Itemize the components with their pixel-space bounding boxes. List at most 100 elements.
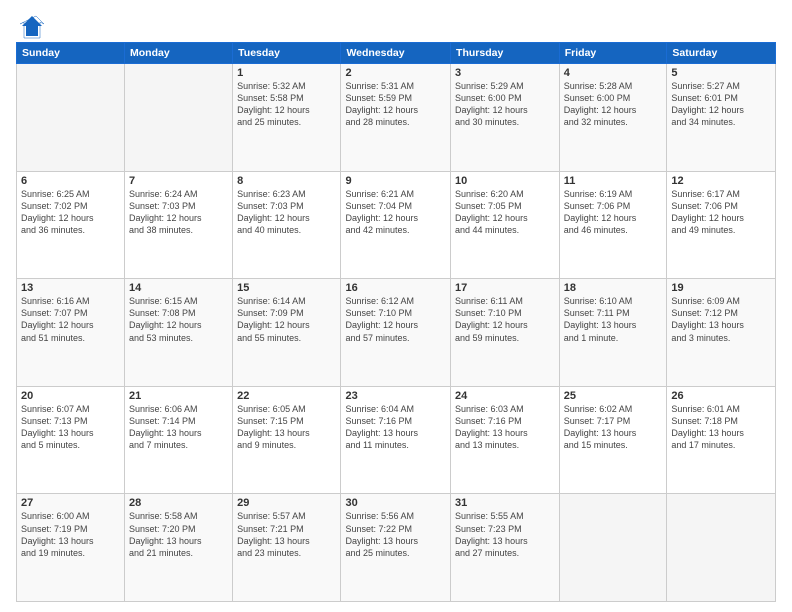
day-number: 18 (564, 282, 663, 294)
day-number: 28 (129, 497, 228, 509)
calendar-cell: 26Sunrise: 6:01 AM Sunset: 7:18 PM Dayli… (667, 386, 776, 494)
calendar-cell: 15Sunrise: 6:14 AM Sunset: 7:09 PM Dayli… (233, 279, 341, 387)
week-row-2: 6Sunrise: 6:25 AM Sunset: 7:02 PM Daylig… (17, 171, 776, 279)
day-number: 27 (21, 497, 120, 509)
day-number: 11 (564, 175, 663, 187)
calendar-cell: 16Sunrise: 6:12 AM Sunset: 7:10 PM Dayli… (341, 279, 451, 387)
day-number: 14 (129, 282, 228, 294)
calendar-cell: 18Sunrise: 6:10 AM Sunset: 7:11 PM Dayli… (559, 279, 667, 387)
weekday-header-tuesday: Tuesday (233, 43, 341, 64)
calendar-cell: 17Sunrise: 6:11 AM Sunset: 7:10 PM Dayli… (451, 279, 560, 387)
day-number: 6 (21, 175, 120, 187)
day-number: 24 (455, 390, 555, 402)
day-detail: Sunrise: 5:58 AM Sunset: 7:20 PM Dayligh… (129, 510, 228, 559)
week-row-3: 13Sunrise: 6:16 AM Sunset: 7:07 PM Dayli… (17, 279, 776, 387)
calendar-cell (667, 494, 776, 602)
weekday-header-thursday: Thursday (451, 43, 560, 64)
day-detail: Sunrise: 6:24 AM Sunset: 7:03 PM Dayligh… (129, 188, 228, 237)
week-row-1: 1Sunrise: 5:32 AM Sunset: 5:58 PM Daylig… (17, 64, 776, 172)
day-number: 23 (345, 390, 446, 402)
day-detail: Sunrise: 5:57 AM Sunset: 7:21 PM Dayligh… (237, 510, 336, 559)
day-number: 4 (564, 67, 663, 79)
day-detail: Sunrise: 5:55 AM Sunset: 7:23 PM Dayligh… (455, 510, 555, 559)
day-number: 3 (455, 67, 555, 79)
day-number: 20 (21, 390, 120, 402)
day-detail: Sunrise: 5:31 AM Sunset: 5:59 PM Dayligh… (345, 80, 446, 129)
day-detail: Sunrise: 6:14 AM Sunset: 7:09 PM Dayligh… (237, 295, 336, 344)
calendar-cell: 11Sunrise: 6:19 AM Sunset: 7:06 PM Dayli… (559, 171, 667, 279)
calendar-cell: 27Sunrise: 6:00 AM Sunset: 7:19 PM Dayli… (17, 494, 125, 602)
day-detail: Sunrise: 6:10 AM Sunset: 7:11 PM Dayligh… (564, 295, 663, 344)
day-detail: Sunrise: 5:27 AM Sunset: 6:01 PM Dayligh… (671, 80, 771, 129)
calendar-table: SundayMondayTuesdayWednesdayThursdayFrid… (16, 42, 776, 602)
day-detail: Sunrise: 6:21 AM Sunset: 7:04 PM Dayligh… (345, 188, 446, 237)
calendar-cell: 4Sunrise: 5:28 AM Sunset: 6:00 PM Daylig… (559, 64, 667, 172)
day-detail: Sunrise: 6:16 AM Sunset: 7:07 PM Dayligh… (21, 295, 120, 344)
calendar-cell: 23Sunrise: 6:04 AM Sunset: 7:16 PM Dayli… (341, 386, 451, 494)
calendar-cell: 30Sunrise: 5:56 AM Sunset: 7:22 PM Dayli… (341, 494, 451, 602)
day-number: 15 (237, 282, 336, 294)
day-detail: Sunrise: 6:23 AM Sunset: 7:03 PM Dayligh… (237, 188, 336, 237)
calendar-cell (125, 64, 233, 172)
calendar-cell: 6Sunrise: 6:25 AM Sunset: 7:02 PM Daylig… (17, 171, 125, 279)
day-detail: Sunrise: 5:28 AM Sunset: 6:00 PM Dayligh… (564, 80, 663, 129)
day-number: 26 (671, 390, 771, 402)
page: SundayMondayTuesdayWednesdayThursdayFrid… (0, 0, 792, 612)
day-number: 31 (455, 497, 555, 509)
weekday-header-wednesday: Wednesday (341, 43, 451, 64)
day-number: 9 (345, 175, 446, 187)
calendar-cell: 31Sunrise: 5:55 AM Sunset: 7:23 PM Dayli… (451, 494, 560, 602)
calendar-cell: 10Sunrise: 6:20 AM Sunset: 7:05 PM Dayli… (451, 171, 560, 279)
calendar-cell: 24Sunrise: 6:03 AM Sunset: 7:16 PM Dayli… (451, 386, 560, 494)
day-number: 21 (129, 390, 228, 402)
day-detail: Sunrise: 6:07 AM Sunset: 7:13 PM Dayligh… (21, 403, 120, 452)
day-detail: Sunrise: 6:02 AM Sunset: 7:17 PM Dayligh… (564, 403, 663, 452)
calendar-cell: 12Sunrise: 6:17 AM Sunset: 7:06 PM Dayli… (667, 171, 776, 279)
calendar-cell: 3Sunrise: 5:29 AM Sunset: 6:00 PM Daylig… (451, 64, 560, 172)
day-detail: Sunrise: 6:19 AM Sunset: 7:06 PM Dayligh… (564, 188, 663, 237)
day-number: 29 (237, 497, 336, 509)
calendar-cell: 22Sunrise: 6:05 AM Sunset: 7:15 PM Dayli… (233, 386, 341, 494)
day-number: 1 (237, 67, 336, 79)
day-detail: Sunrise: 6:11 AM Sunset: 7:10 PM Dayligh… (455, 295, 555, 344)
calendar-cell: 25Sunrise: 6:02 AM Sunset: 7:17 PM Dayli… (559, 386, 667, 494)
weekday-header-friday: Friday (559, 43, 667, 64)
day-number: 17 (455, 282, 555, 294)
calendar-cell: 29Sunrise: 5:57 AM Sunset: 7:21 PM Dayli… (233, 494, 341, 602)
day-detail: Sunrise: 6:12 AM Sunset: 7:10 PM Dayligh… (345, 295, 446, 344)
day-detail: Sunrise: 6:15 AM Sunset: 7:08 PM Dayligh… (129, 295, 228, 344)
day-detail: Sunrise: 6:03 AM Sunset: 7:16 PM Dayligh… (455, 403, 555, 452)
calendar-cell: 2Sunrise: 5:31 AM Sunset: 5:59 PM Daylig… (341, 64, 451, 172)
calendar-cell: 8Sunrise: 6:23 AM Sunset: 7:03 PM Daylig… (233, 171, 341, 279)
calendar-cell (559, 494, 667, 602)
logo (16, 12, 46, 34)
day-number: 2 (345, 67, 446, 79)
day-detail: Sunrise: 6:25 AM Sunset: 7:02 PM Dayligh… (21, 188, 120, 237)
day-number: 25 (564, 390, 663, 402)
day-detail: Sunrise: 6:09 AM Sunset: 7:12 PM Dayligh… (671, 295, 771, 344)
calendar-cell: 1Sunrise: 5:32 AM Sunset: 5:58 PM Daylig… (233, 64, 341, 172)
weekday-header-monday: Monday (125, 43, 233, 64)
day-number: 5 (671, 67, 771, 79)
day-detail: Sunrise: 6:00 AM Sunset: 7:19 PM Dayligh… (21, 510, 120, 559)
calendar-cell: 14Sunrise: 6:15 AM Sunset: 7:08 PM Dayli… (125, 279, 233, 387)
day-detail: Sunrise: 5:56 AM Sunset: 7:22 PM Dayligh… (345, 510, 446, 559)
day-detail: Sunrise: 6:20 AM Sunset: 7:05 PM Dayligh… (455, 188, 555, 237)
day-number: 19 (671, 282, 771, 294)
calendar-cell: 9Sunrise: 6:21 AM Sunset: 7:04 PM Daylig… (341, 171, 451, 279)
day-number: 7 (129, 175, 228, 187)
day-number: 13 (21, 282, 120, 294)
week-row-5: 27Sunrise: 6:00 AM Sunset: 7:19 PM Dayli… (17, 494, 776, 602)
calendar-cell: 19Sunrise: 6:09 AM Sunset: 7:12 PM Dayli… (667, 279, 776, 387)
day-detail: Sunrise: 6:05 AM Sunset: 7:15 PM Dayligh… (237, 403, 336, 452)
header (16, 12, 776, 34)
day-number: 8 (237, 175, 336, 187)
day-number: 22 (237, 390, 336, 402)
day-number: 10 (455, 175, 555, 187)
week-row-4: 20Sunrise: 6:07 AM Sunset: 7:13 PM Dayli… (17, 386, 776, 494)
calendar-cell: 20Sunrise: 6:07 AM Sunset: 7:13 PM Dayli… (17, 386, 125, 494)
calendar-cell: 5Sunrise: 5:27 AM Sunset: 6:01 PM Daylig… (667, 64, 776, 172)
calendar-cell: 7Sunrise: 6:24 AM Sunset: 7:03 PM Daylig… (125, 171, 233, 279)
weekday-header-row: SundayMondayTuesdayWednesdayThursdayFrid… (17, 43, 776, 64)
day-detail: Sunrise: 5:32 AM Sunset: 5:58 PM Dayligh… (237, 80, 336, 129)
